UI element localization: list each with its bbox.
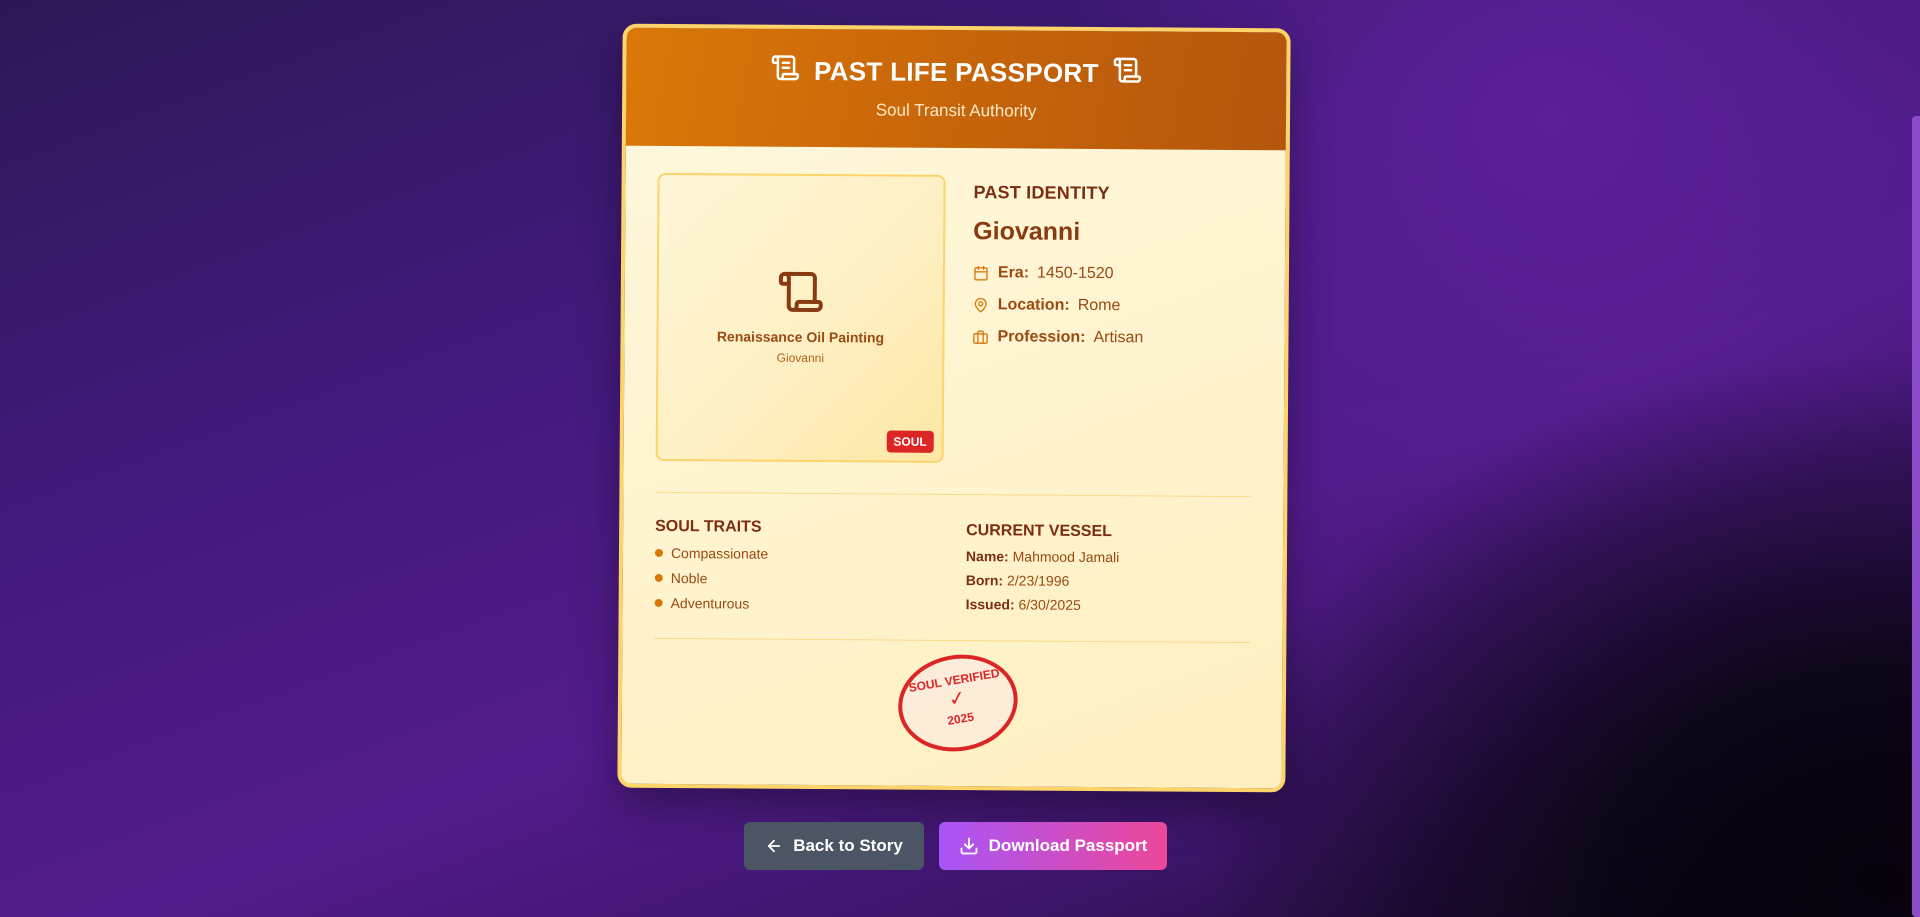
back-to-story-label: Back to Story — [793, 836, 903, 855]
trait-item: Adventurous — [654, 595, 955, 613]
divider — [655, 491, 1252, 498]
portrait-name: Giovanni — [776, 350, 825, 366]
vessel-name-row: Name: Mahmood Jamali — [965, 548, 1120, 566]
trait-item: Noble — [654, 570, 955, 588]
arrow-left-icon — [768, 839, 781, 853]
soul-traits-title: SOUL TRAITS — [655, 517, 762, 536]
era-row: Era: 1450-1520 — [973, 264, 1263, 284]
map-pin-icon — [974, 297, 987, 313]
portrait-frame: Renaissance Oil Painting Giovanni SOUL — [655, 172, 946, 463]
scroll-icon — [1113, 55, 1143, 92]
calendar-icon — [974, 265, 988, 281]
profession-label: Profession: — [997, 328, 1086, 346]
vessel-issued-row: Issued: 6/30/2025 — [965, 596, 1081, 613]
past-identity-label: PAST IDENTITY — [973, 182, 1110, 204]
bullet-dot — [654, 548, 664, 557]
scroll-icon — [659, 267, 943, 322]
soul-verified-stamp: SOUL VERIFIED ✓ 2025 — [890, 645, 1026, 761]
divider — [654, 637, 1251, 644]
profession-value: Artisan — [1093, 328, 1144, 347]
vessel-born-row: Born: 2/23/1996 — [965, 572, 1070, 589]
soul-badge: SOUL — [886, 430, 934, 453]
bullet-dot — [654, 573, 663, 582]
download-icon — [960, 837, 978, 855]
profession-row: Profession: Artisan — [972, 328, 1262, 348]
back-to-story-button[interactable]: Back to Story — [744, 822, 924, 870]
past-identity-section: PAST IDENTITY Giovanni Era: 1450-1520 Lo… — [972, 182, 1263, 348]
download-passport-label: Download Passport — [988, 836, 1148, 855]
bullet-dot — [654, 598, 663, 607]
briefcase-icon — [973, 330, 988, 344]
passport-card: PAST LIFE PASSPORT Soul Transit Authorit… — [617, 23, 1291, 793]
current-vessel-title: CURRENT VESSEL — [966, 522, 1112, 541]
download-passport-button[interactable]: Download Passport — [939, 822, 1167, 870]
portrait-caption: Renaissance Oil Painting — [716, 328, 885, 346]
soul-traits-section: SOUL TRAITS Compassionate Noble Adventur… — [654, 517, 956, 613]
passport-title: PAST LIFE PASSPORT — [813, 56, 1099, 89]
era-label: Era: — [997, 264, 1030, 282]
era-value: 1450-1520 — [1037, 264, 1114, 283]
passport-subtitle: Soul Transit Authority — [875, 100, 1037, 121]
location-label: Location: — [997, 296, 1070, 314]
past-identity-name: Giovanni — [973, 217, 1081, 246]
current-vessel-section: CURRENT VESSEL Name: Mahmood Jamali Born… — [966, 522, 1267, 614]
passport-header: PAST LIFE PASSPORT Soul Transit Authorit… — [625, 27, 1287, 151]
trait-item: Compassionate — [654, 545, 955, 563]
passport-title-row: PAST LIFE PASSPORT — [626, 28, 1286, 94]
scroll-icon — [770, 53, 800, 90]
location-row: Location: Rome — [973, 296, 1263, 316]
location-value: Rome — [1077, 296, 1121, 315]
scrollbar-thumb[interactable] — [1912, 116, 1920, 917]
